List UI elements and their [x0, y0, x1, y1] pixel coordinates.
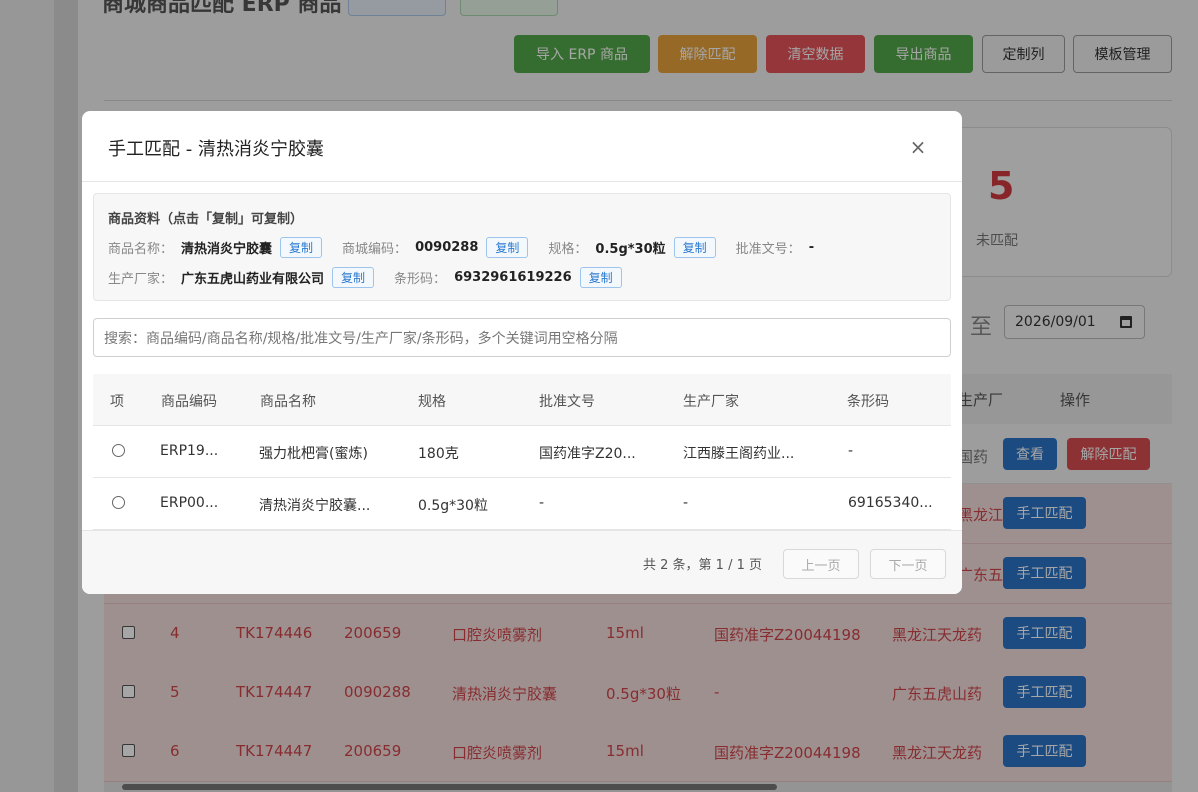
manufacturer-value: 广东五虎山药业有限公司: [181, 272, 325, 287]
product-info-line: 商品名称： 清热消炎宁胶囊 复制 商城编码： 0090288 复制 规格： 0.…: [108, 237, 834, 258]
table-cell-code: ERP00...: [160, 495, 219, 511]
copy-code-button[interactable]: 复制: [486, 237, 529, 258]
modal-header: 手工匹配 - 清热消炎宁胶囊 ×: [82, 111, 962, 182]
table-cell-approval: -: [539, 495, 545, 511]
copy-manufacturer-button[interactable]: 复制: [332, 267, 375, 288]
close-icon[interactable]: ×: [908, 135, 928, 159]
column-header-manufacturer: 生产厂家: [683, 394, 739, 410]
name-value: 清热消炎宁胶囊: [181, 242, 273, 257]
table-row[interactable]: ERP19... 强力枇杷膏(蜜炼) 180克 国药准字Z20... 江西滕王阁…: [93, 426, 951, 478]
column-header-item: 项: [110, 394, 124, 410]
search-placeholder: 搜索：商品编码/商品名称/规格/批准文号/生产厂家/条形码，多个关键词用空格分隔: [104, 330, 618, 347]
column-header-approval: 批准文号: [539, 394, 595, 410]
select-radio[interactable]: [112, 444, 125, 457]
product-info-line: 生产厂家： 广东五虎山药业有限公司 复制 条形码： 6932961619226 …: [108, 267, 642, 288]
code-label: 商城编码：: [342, 242, 408, 257]
table-cell-manufacturer: 江西滕王阁药业...: [683, 446, 795, 462]
table-cell-name: 强力枇杷膏(蜜炼): [259, 446, 368, 462]
manual-match-modal: 手工匹配 - 清热消炎宁胶囊 × 商品资料（点击「复制」可复制） 商品名称： 清…: [82, 111, 962, 594]
table-cell-name: 清热消炎宁胶囊...: [259, 498, 371, 514]
table-row[interactable]: ERP00... 清热消炎宁胶囊... 0.5g*30粒 - - 6916534…: [93, 478, 951, 530]
table-cell-barcode: -: [848, 443, 854, 459]
product-info-panel: 商品资料（点击「复制」可复制） 商品名称： 清热消炎宁胶囊 复制 商城编码： 0…: [93, 193, 951, 301]
column-header-barcode: 条形码: [847, 394, 889, 410]
select-radio[interactable]: [112, 496, 125, 509]
table-cell-approval: 国药准字Z20...: [539, 446, 636, 462]
search-input[interactable]: 搜索：商品编码/商品名称/规格/批准文号/生产厂家/条形码，多个关键词用空格分隔: [93, 318, 951, 357]
spec-value: 0.5g*30粒: [595, 242, 666, 257]
manufacturer-label: 生产厂家：: [108, 272, 174, 287]
product-info-heading: 商品资料（点击「复制」可复制）: [108, 212, 304, 227]
table-cell-code: ERP19...: [160, 443, 219, 459]
code-value: 0090288: [415, 240, 479, 255]
column-header-code: 商品编码: [161, 394, 217, 410]
spec-label: 规格：: [548, 242, 588, 257]
table-cell-spec: 0.5g*30粒: [418, 498, 488, 514]
name-label: 商品名称：: [108, 242, 174, 257]
next-page-button[interactable]: 下一页: [870, 549, 946, 579]
copy-spec-button[interactable]: 复制: [673, 237, 716, 258]
erp-product-table: 项 商品编码 商品名称 规格 批准文号 生产厂家 条形码 ERP19... 强力…: [93, 374, 951, 530]
barcode-value: 6932961619226: [454, 270, 572, 285]
column-header-name: 商品名称: [260, 394, 316, 410]
modal-footer: 共 2 条，第 1 / 1 页 上一页 下一页: [82, 530, 962, 594]
modal-title: 手工匹配 - 清热消炎宁胶囊: [108, 139, 324, 160]
table-header: 项 商品编码 商品名称 规格 批准文号 生产厂家 条形码: [93, 374, 951, 426]
approval-value: -: [808, 240, 815, 255]
table-cell-manufacturer: -: [683, 495, 689, 511]
pagination-summary: 共 2 条，第 1 / 1 页: [643, 558, 762, 573]
copy-name-button[interactable]: 复制: [280, 237, 323, 258]
table-cell-barcode: 69165340...: [848, 495, 933, 511]
approval-label: 批准文号：: [735, 242, 801, 257]
copy-barcode-button[interactable]: 复制: [579, 267, 622, 288]
column-header-spec: 规格: [418, 394, 446, 410]
barcode-label: 条形码：: [394, 272, 447, 287]
prev-page-button[interactable]: 上一页: [783, 549, 859, 579]
table-cell-spec: 180克: [418, 446, 459, 462]
